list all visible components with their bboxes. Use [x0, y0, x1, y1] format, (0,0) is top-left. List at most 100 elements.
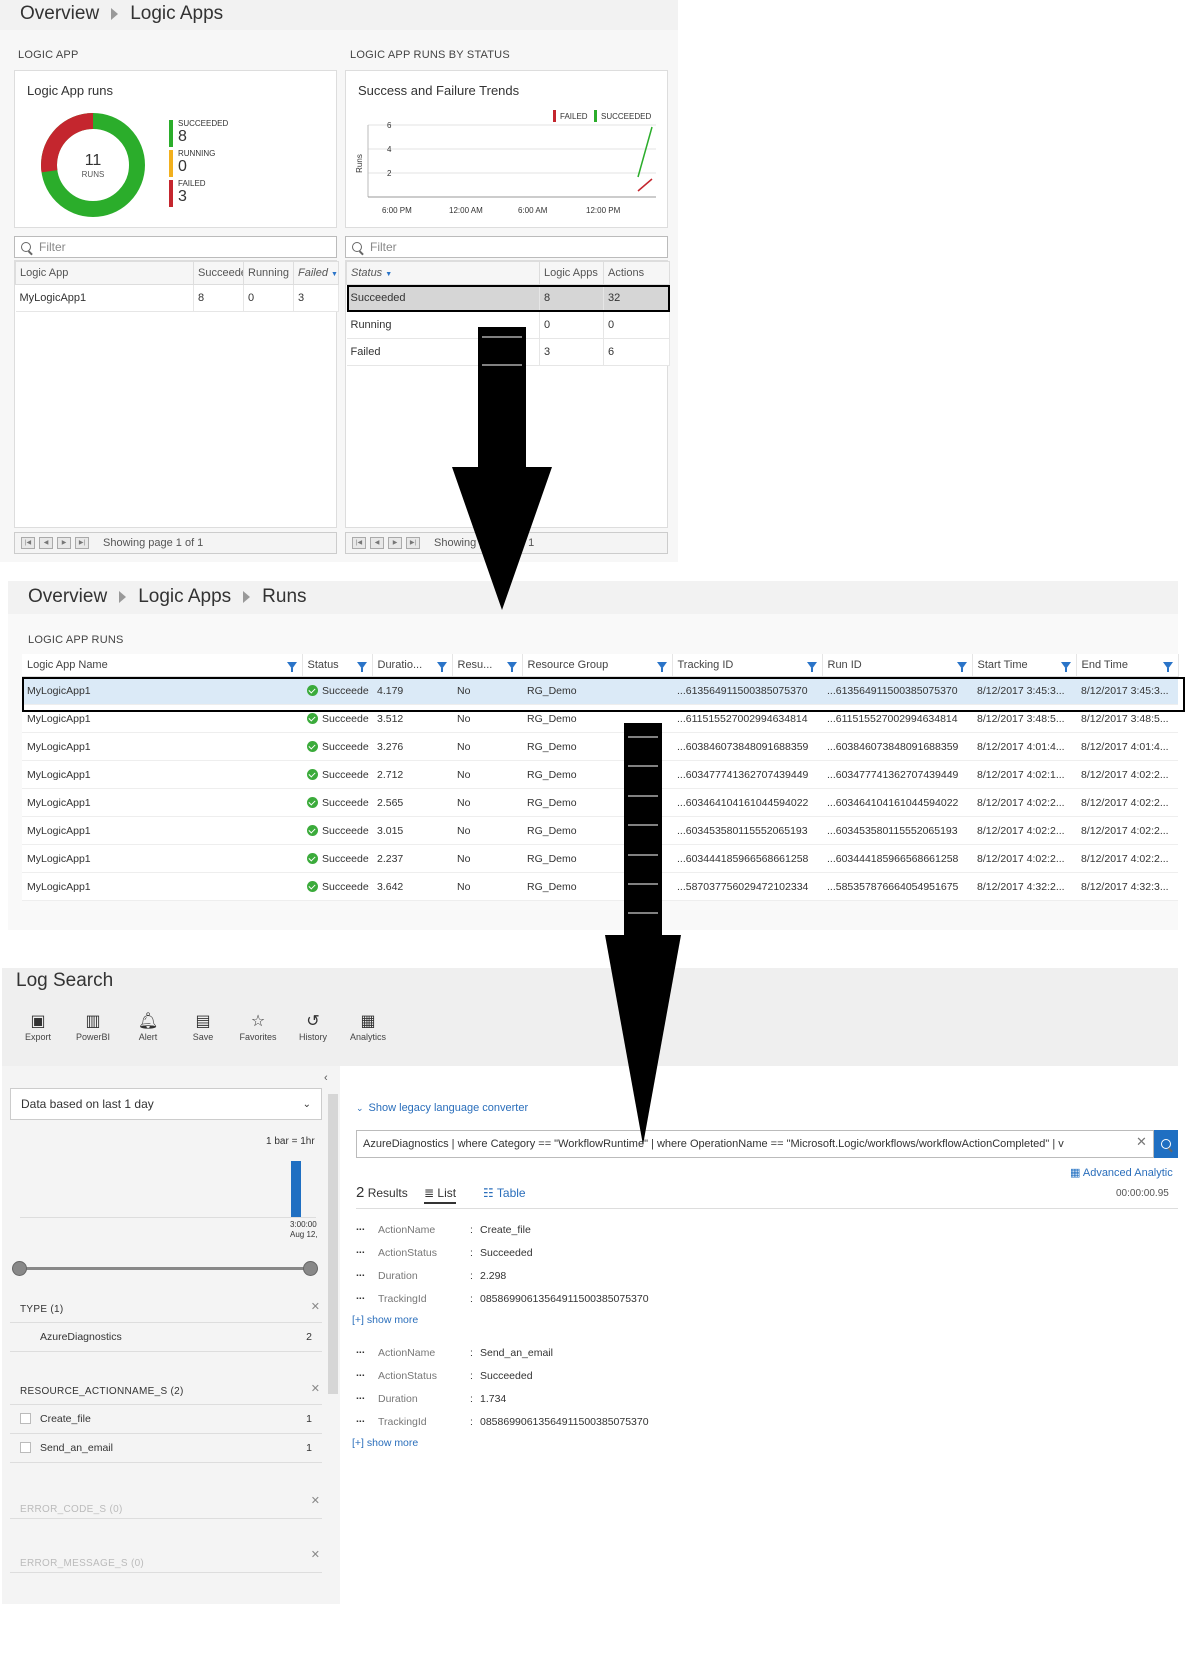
col-failed[interactable]: Failed ▼ [293, 261, 339, 285]
pane-scrollbar[interactable] [328, 1094, 338, 1394]
facet-item[interactable]: AzureDiagnostics 2 [10, 1323, 322, 1352]
run-row[interactable]: MyLogicApp1 Succeede 2.565 No RG_Demo ...6034… [22, 788, 1178, 817]
time-slider-track[interactable] [20, 1267, 312, 1270]
cell: Succeede [302, 760, 372, 789]
success-failure-trends-card[interactable]: Success and Failure Trends FAILED SUCCEE… [345, 70, 668, 228]
last-page-button[interactable]: ▶| [406, 537, 420, 549]
col-status[interactable]: Status [302, 654, 373, 677]
table-row[interactable]: Running 0 0 [346, 311, 670, 339]
filter-icon[interactable] [806, 662, 817, 672]
filter-icon[interactable] [1162, 662, 1173, 672]
legacy-converter-link[interactable]: ⌄ Show legacy language converter [356, 1102, 528, 1114]
facet-item[interactable]: Send_an_email 1 [10, 1434, 322, 1463]
col-status[interactable]: Status ▼ [346, 261, 540, 285]
filter-icon[interactable] [1060, 662, 1071, 672]
more-icon[interactable]: ... [356, 1367, 365, 1379]
run-row-selected[interactable]: MyLogicApp1 Succeede 4.179 No RG_Demo ...6135… [22, 676, 1178, 705]
run-search-button[interactable] [1154, 1130, 1178, 1158]
advanced-analytics-link[interactable]: ▦ Advanced Analytic [1070, 1166, 1178, 1179]
filter-icon[interactable] [436, 662, 447, 672]
more-icon[interactable]: ... [356, 1244, 365, 1256]
powerbi-button[interactable]: ▥ PowerBI [67, 1012, 119, 1042]
next-page-button[interactable]: ▶ [57, 537, 71, 549]
last-page-button[interactable]: ▶| [75, 537, 89, 549]
run-row[interactable]: MyLogicApp1 Succeede 3.512 No RG_Demo ...6115… [22, 704, 1178, 733]
col-logic-apps[interactable]: Logic Apps [539, 261, 604, 285]
logic-app-runs-card[interactable]: Logic App runs 11 RUNS SUCCEEDED 8 RUNNI… [14, 70, 337, 228]
col-duration[interactable]: Duratio... [372, 654, 453, 677]
col-resource-group[interactable]: Resource Group [522, 654, 673, 677]
breadcrumb-overview[interactable]: Overview [20, 3, 99, 25]
table-row-selected[interactable]: Succeeded 8 32 [346, 284, 670, 312]
more-icon[interactable]: ... [356, 1344, 365, 1356]
clear-query-button[interactable]: ✕ [1136, 1134, 1147, 1150]
export-button[interactable]: ▣ Export [12, 1012, 64, 1042]
table-row[interactable]: Failed 3 6 [346, 338, 670, 366]
filter-icon[interactable] [286, 662, 297, 672]
col-succeeded[interactable]: Succeede [193, 261, 244, 285]
col-logic-app[interactable]: Logic App [15, 261, 194, 285]
filter-icon[interactable] [506, 662, 517, 672]
run-row[interactable]: MyLogicApp1 Succeede 3.015 No RG_Demo ...6034… [22, 816, 1178, 845]
run-row[interactable]: MyLogicApp1 Succeede 3.642 No RG_Demo ...5870… [22, 872, 1178, 901]
close-icon[interactable]: ✕ [311, 1382, 320, 1395]
run-row[interactable]: MyLogicApp1 Succeede 2.237 No RG_Demo ...6034… [22, 844, 1178, 873]
time-slider-handle-start[interactable] [12, 1261, 27, 1276]
breadcrumb-logic-apps[interactable]: Logic Apps [130, 3, 223, 25]
analytics-button[interactable]: ▦ Analytics [342, 1012, 394, 1042]
time-slider-handle-end[interactable] [303, 1261, 318, 1276]
donut-total-label: RUNS [81, 170, 105, 179]
checkbox[interactable] [20, 1442, 31, 1453]
col-run-id[interactable]: Run ID [822, 654, 973, 677]
col-resubmitted[interactable]: Resu... [452, 654, 523, 677]
history-button[interactable]: ↺ History [287, 1012, 339, 1042]
show-more-link[interactable]: [+] show more [352, 1314, 418, 1326]
run-row[interactable]: MyLogicApp1 Succeede 2.712 No RG_Demo ...6034… [22, 760, 1178, 789]
cell-text: No [457, 824, 471, 837]
prev-page-button[interactable]: ◀ [39, 537, 53, 549]
more-icon[interactable]: ... [356, 1390, 365, 1402]
first-page-button[interactable]: |◀ [21, 537, 35, 549]
col-tracking-id[interactable]: Tracking ID [672, 654, 823, 677]
histogram-bar[interactable] [291, 1161, 301, 1217]
favorites-button[interactable]: ☆ Favorites [232, 1012, 284, 1042]
col-running[interactable]: Running [243, 261, 294, 285]
run-row[interactable]: MyLogicApp1 Succeede 3.276 No RG_Demo ...6038… [22, 732, 1178, 761]
table-row[interactable]: MyLogicApp1 8 0 3 [15, 284, 339, 312]
more-icon[interactable]: ... [356, 1290, 365, 1302]
first-page-button[interactable]: |◀ [352, 537, 366, 549]
cell: 8/12/2017 4:01:4... [1076, 732, 1178, 761]
save-button[interactable]: ▤ Save [177, 1012, 229, 1042]
filter-icon[interactable] [656, 662, 667, 672]
col-start-time[interactable]: Start Time [972, 654, 1077, 677]
cell: RG_Demo [522, 816, 672, 845]
tab-table[interactable]: ☷ Table [483, 1186, 526, 1200]
time-range-select[interactable]: Data based on last 1 day ⌄ [10, 1088, 322, 1120]
more-icon[interactable]: ... [356, 1267, 365, 1279]
alert-button[interactable]: 🔔︎ Alert [122, 1012, 174, 1042]
filter-icon[interactable] [956, 662, 967, 672]
breadcrumb-logic-apps[interactable]: Logic Apps [138, 586, 231, 608]
tab-list[interactable]: ≣ List [424, 1186, 457, 1204]
next-page-button[interactable]: ▶ [388, 537, 402, 549]
checkbox[interactable] [20, 1413, 31, 1424]
prev-page-button[interactable]: ◀ [370, 537, 384, 549]
filter-icon[interactable] [356, 662, 367, 672]
breadcrumb-runs[interactable]: Runs [262, 586, 306, 608]
col-logic-app-name[interactable]: Logic App Name [22, 654, 303, 677]
collapse-pane-button[interactable]: ‹ [324, 1072, 328, 1084]
show-more-link[interactable]: [+] show more [352, 1437, 418, 1449]
status-filter-input[interactable]: Filter [345, 236, 668, 258]
breadcrumb-overview[interactable]: Overview [28, 586, 107, 608]
cell: MyLogicApp1 [22, 788, 302, 817]
query-input[interactable]: AzureDiagnostics | where Category == "Wo… [356, 1130, 1154, 1158]
logic-app-filter-input[interactable]: Filter [14, 236, 337, 258]
close-icon[interactable]: ✕ [311, 1300, 320, 1313]
col-end-time[interactable]: End Time [1076, 654, 1179, 677]
close-icon[interactable]: ✕ [311, 1548, 320, 1561]
col-actions[interactable]: Actions [603, 261, 670, 285]
close-icon[interactable]: ✕ [311, 1494, 320, 1507]
more-icon[interactable]: ... [356, 1413, 365, 1425]
more-icon[interactable]: ... [356, 1221, 365, 1233]
facet-item[interactable]: Create_file 1 [10, 1405, 322, 1434]
